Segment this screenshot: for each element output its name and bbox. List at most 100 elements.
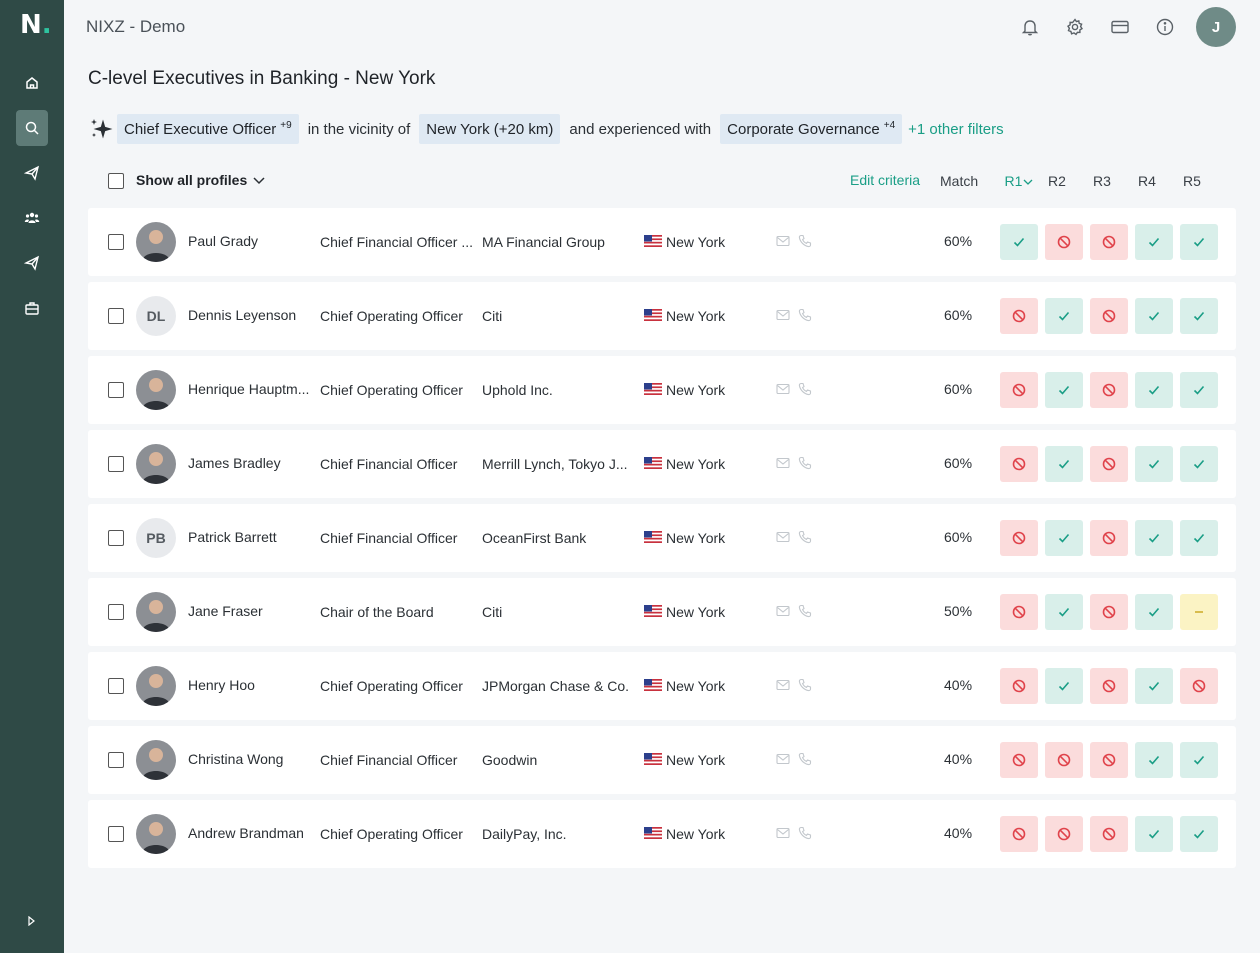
collapse-sidebar-button[interactable] [26, 914, 38, 928]
phone-icon[interactable] [798, 752, 812, 766]
row-checkbox[interactable] [108, 308, 124, 324]
requirement-badge-r5[interactable] [1180, 520, 1218, 556]
requirement-badge-r5[interactable] [1180, 668, 1218, 704]
phone-icon[interactable] [798, 530, 812, 544]
requirement-badge-r2[interactable] [1045, 520, 1083, 556]
row-checkbox[interactable] [108, 234, 124, 250]
requirement-badge-r1[interactable] [1000, 816, 1038, 852]
profile-row[interactable]: Henry Hoo Chief Operating Officer JPMorg… [88, 652, 1236, 720]
requirement-badge-r2[interactable] [1045, 816, 1083, 852]
profile-name[interactable]: Jane Fraser [188, 603, 310, 619]
select-all-checkbox[interactable] [108, 173, 124, 189]
requirement-badge-r4[interactable] [1135, 298, 1173, 334]
requirement-badge-r3[interactable] [1090, 372, 1128, 408]
avatar[interactable] [136, 444, 176, 484]
profile-row[interactable]: Christina Wong Chief Financial Officer G… [88, 726, 1236, 794]
profile-row[interactable]: James Bradley Chief Financial Officer Me… [88, 430, 1236, 498]
skill-chip[interactable]: Corporate Governance +4 [720, 114, 903, 144]
requirement-badge-r4[interactable] [1135, 446, 1173, 482]
r3-column-header[interactable]: R3 [1083, 173, 1121, 189]
user-avatar[interactable]: J [1196, 7, 1236, 47]
other-filters-link[interactable]: +1 other filters [908, 121, 1003, 138]
requirement-badge-r5[interactable] [1180, 594, 1218, 630]
requirement-badge-r4[interactable] [1135, 742, 1173, 778]
profile-name[interactable]: Henry Hoo [188, 677, 310, 693]
phone-icon[interactable] [798, 678, 812, 692]
requirement-badge-r5[interactable] [1180, 372, 1218, 408]
mail-icon[interactable] [776, 827, 790, 839]
edit-criteria-link[interactable]: Edit criteria [850, 172, 920, 188]
requirement-badge-r2[interactable] [1045, 742, 1083, 778]
requirement-badge-r1[interactable] [1000, 520, 1038, 556]
nav-outreach[interactable] [16, 245, 48, 281]
phone-icon[interactable] [798, 604, 812, 618]
requirement-badge-r2[interactable] [1045, 298, 1083, 334]
avatar[interactable] [136, 370, 176, 410]
mail-icon[interactable] [776, 457, 790, 469]
phone-icon[interactable] [798, 308, 812, 322]
requirement-badge-r3[interactable] [1090, 742, 1128, 778]
requirement-badge-r2[interactable] [1045, 224, 1083, 260]
nav-home[interactable] [16, 65, 48, 101]
requirement-badge-r1[interactable] [1000, 224, 1038, 260]
r2-column-header[interactable]: R2 [1038, 173, 1076, 189]
r1-column-header[interactable]: R1 [1000, 173, 1038, 189]
match-column-header[interactable]: Match [940, 173, 978, 189]
settings-button[interactable] [1064, 16, 1086, 38]
profile-row[interactable]: Jane Fraser Chair of the Board Citi New … [88, 578, 1236, 646]
profile-row[interactable]: DL Dennis Leyenson Chief Operating Offic… [88, 282, 1236, 350]
nav-search[interactable] [16, 110, 48, 146]
requirement-badge-r2[interactable] [1045, 372, 1083, 408]
chevron-down-icon[interactable] [252, 173, 266, 187]
nav-people[interactable] [16, 200, 48, 236]
requirement-badge-r2[interactable] [1045, 668, 1083, 704]
requirement-badge-r2[interactable] [1045, 446, 1083, 482]
avatar[interactable] [136, 666, 176, 706]
row-checkbox[interactable] [108, 826, 124, 842]
requirement-badge-r4[interactable] [1135, 668, 1173, 704]
row-checkbox[interactable] [108, 456, 124, 472]
requirement-badge-r1[interactable] [1000, 446, 1038, 482]
requirement-badge-r3[interactable] [1090, 520, 1128, 556]
requirement-badge-r3[interactable] [1090, 224, 1128, 260]
profile-row[interactable]: PB Patrick Barrett Chief Financial Offic… [88, 504, 1236, 572]
avatar[interactable] [136, 740, 176, 780]
show-all-profiles-label[interactable]: Show all profiles [136, 172, 247, 188]
nav-campaigns[interactable] [16, 155, 48, 191]
r4-column-header[interactable]: R4 [1128, 173, 1166, 189]
requirement-badge-r4[interactable] [1135, 224, 1173, 260]
requirement-badge-r5[interactable] [1180, 224, 1218, 260]
requirement-badge-r3[interactable] [1090, 816, 1128, 852]
requirement-badge-r1[interactable] [1000, 298, 1038, 334]
row-checkbox[interactable] [108, 604, 124, 620]
mail-icon[interactable] [776, 605, 790, 617]
avatar[interactable] [136, 222, 176, 262]
row-checkbox[interactable] [108, 752, 124, 768]
profile-name[interactable]: Patrick Barrett [188, 529, 310, 545]
requirement-badge-r4[interactable] [1135, 816, 1173, 852]
profile-row[interactable]: Paul Grady Chief Financial Officer ... M… [88, 208, 1236, 276]
notifications-button[interactable] [1019, 16, 1041, 38]
profile-row[interactable]: Henrique Hauptm... Chief Operating Offic… [88, 356, 1236, 424]
phone-icon[interactable] [798, 234, 812, 248]
row-checkbox[interactable] [108, 382, 124, 398]
profile-name[interactable]: Andrew Brandman [188, 825, 310, 841]
requirement-badge-r1[interactable] [1000, 668, 1038, 704]
location-chip[interactable]: New York (+20 km) [419, 114, 561, 144]
profile-name[interactable]: James Bradley [188, 455, 310, 471]
nav-jobs[interactable] [16, 290, 48, 326]
requirement-badge-r3[interactable] [1090, 668, 1128, 704]
role-chip[interactable]: Chief Executive Officer +9 [117, 114, 299, 144]
requirement-badge-r5[interactable] [1180, 446, 1218, 482]
phone-icon[interactable] [798, 826, 812, 840]
row-checkbox[interactable] [108, 678, 124, 694]
profile-name[interactable]: Henrique Hauptm... [188, 381, 310, 397]
requirement-badge-r4[interactable] [1135, 594, 1173, 630]
info-button[interactable] [1154, 16, 1176, 38]
avatar[interactable]: DL [136, 296, 176, 336]
mail-icon[interactable] [776, 531, 790, 543]
mail-icon[interactable] [776, 309, 790, 321]
requirement-badge-r3[interactable] [1090, 594, 1128, 630]
requirement-badge-r1[interactable] [1000, 372, 1038, 408]
avatar[interactable] [136, 592, 176, 632]
